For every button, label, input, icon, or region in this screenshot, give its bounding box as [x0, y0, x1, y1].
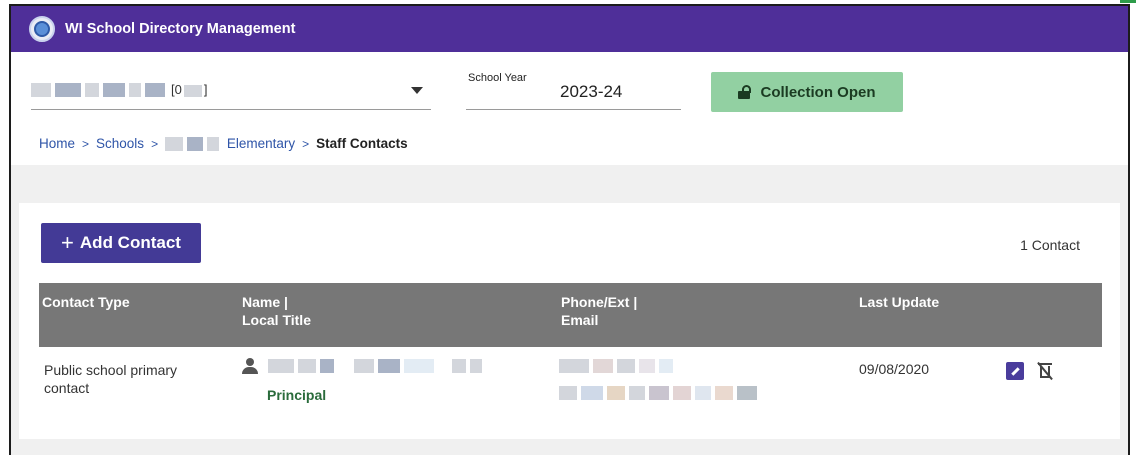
table-row: Public school primary contact Principal … — [39, 347, 1102, 437]
column-header-last-update[interactable]: Last Update — [859, 293, 939, 311]
plus-icon: + — [61, 230, 74, 255]
table-header: Contact Type Name | Local Title Phone/Ex… — [39, 283, 1102, 347]
collection-status-label: Collection Open — [760, 83, 876, 101]
breadcrumb-home[interactable]: Home — [39, 136, 75, 151]
contacts-card: + Add Contact 1 Contact Contact Type Nam… — [19, 203, 1120, 439]
app-window: WI School Directory Management [0] Schoo… — [9, 4, 1130, 455]
local-title: Principal — [267, 387, 327, 403]
page-header: [0] School Year 2023-24 Collection Open … — [11, 52, 1128, 165]
breadcrumb-separator: > — [302, 136, 310, 151]
school-year-label: School Year — [468, 72, 527, 84]
collection-status-button[interactable]: Collection Open — [711, 72, 903, 112]
lock-open-icon — [738, 85, 752, 99]
redacted-text — [85, 82, 99, 97]
contact-name-cell: Principal — [242, 357, 486, 403]
add-contact-button[interactable]: + Add Contact — [41, 223, 201, 263]
redacted-text — [103, 82, 125, 97]
add-contact-label: Add Contact — [79, 233, 181, 252]
redacted-name — [267, 359, 486, 374]
redacted-text — [145, 82, 165, 97]
contact-count: 1 Contact — [1020, 237, 1080, 253]
top-accent-line — [1120, 0, 1136, 3]
school-year-value: 2023-24 — [560, 82, 623, 101]
app-title: WI School Directory Management — [65, 21, 296, 37]
breadcrumb-school[interactable]: Elementary — [165, 136, 295, 152]
title-bar: WI School Directory Management — [11, 6, 1128, 52]
chevron-down-icon[interactable] — [411, 87, 423, 94]
row-actions — [1006, 361, 1054, 381]
last-update-cell: 09/08/2020 — [859, 361, 930, 377]
app-logo-icon — [29, 16, 55, 42]
trash-disabled-icon[interactable] — [1036, 361, 1054, 381]
breadcrumb-separator: > — [151, 136, 159, 151]
redacted-phone — [559, 359, 761, 376]
column-header-type[interactable]: Contact Type — [42, 293, 130, 311]
redacted-text — [31, 82, 51, 97]
column-header-phone[interactable]: Phone/Ext | Email — [561, 293, 637, 329]
breadcrumb: Home > Schools > Elementary > Staff Cont… — [39, 136, 408, 152]
school-year-field[interactable]: School Year 2023-24 — [466, 70, 681, 110]
column-header-name[interactable]: Name | Local Title — [242, 293, 311, 329]
redacted-email[interactable] — [559, 386, 761, 403]
redacted-text — [55, 82, 81, 97]
breadcrumb-current: Staff Contacts — [316, 136, 408, 152]
redacted-text — [129, 82, 141, 97]
edit-icon[interactable] — [1006, 362, 1024, 380]
contact-phone-email-cell — [559, 359, 761, 403]
breadcrumb-schools[interactable]: Schools — [96, 136, 144, 151]
school-code: [0] — [171, 82, 208, 97]
school-select[interactable]: [0] — [31, 70, 431, 110]
contact-type-cell: Public school primary contact — [44, 362, 178, 396]
breadcrumb-separator: > — [82, 136, 90, 151]
person-icon — [242, 358, 258, 375]
